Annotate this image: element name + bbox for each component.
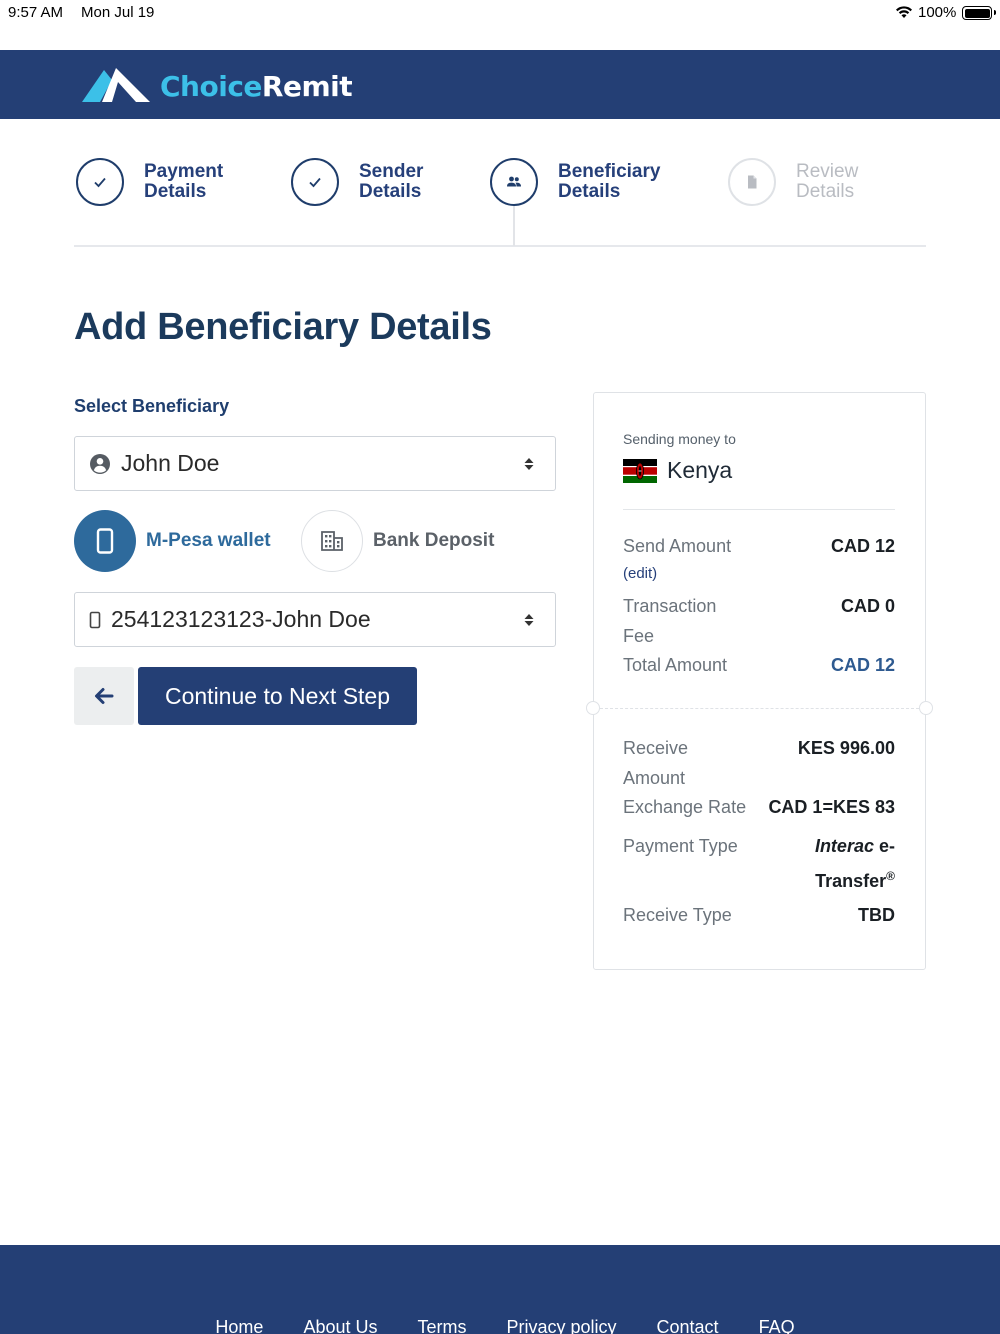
brand-logo[interactable]: Choice Remit (82, 66, 353, 106)
sort-caret-icon (524, 457, 534, 470)
payment-type-text: Transfer (815, 871, 887, 891)
destination-country: Kenya (623, 457, 732, 484)
continue-button[interactable]: Continue to Next Step (138, 667, 417, 725)
receive-label: Receive (623, 738, 689, 758)
site-footer: Home About Us Terms Privacy policy Conta… (0, 1245, 1000, 1334)
country-name: Kenya (667, 457, 733, 483)
battery-percent: 100% (918, 4, 957, 21)
brand-name-remit: Remit (261, 69, 353, 103)
mobile-phone-icon (89, 611, 101, 629)
sort-caret-icon (524, 613, 534, 626)
receive-type-value: TBD (858, 905, 895, 925)
footer-link-contact[interactable]: Contact (657, 1317, 719, 1334)
footer-link-terms[interactable]: Terms (417, 1317, 466, 1334)
receive-label: Amount (623, 768, 686, 788)
building-icon (301, 510, 363, 572)
document-icon (728, 158, 776, 206)
check-icon (76, 158, 124, 206)
mobile-phone-icon (74, 510, 136, 572)
check-icon (291, 158, 339, 206)
user-circle-icon (89, 453, 111, 475)
step-sender-details[interactable]: Sender Details (291, 158, 479, 206)
fee-row: Transaction Fee CAD 0 (623, 591, 895, 651)
method-label: M-Pesa wallet (146, 530, 271, 551)
step-label: Sender (359, 161, 424, 182)
kenya-flag-icon (623, 458, 657, 483)
receive-amount-value: KES 996.00 (797, 738, 895, 758)
step-payment-details[interactable]: Payment Details (76, 158, 264, 206)
payment-type-label: Payment Type (623, 836, 738, 856)
step-label: Beneficiary (558, 161, 661, 182)
step-review-details[interactable]: Review Details (728, 158, 916, 206)
footer-link-about[interactable]: About Us (303, 1317, 377, 1334)
ticket-notch (919, 701, 933, 715)
fee-label: Transaction (623, 596, 717, 616)
edit-amount-link[interactable]: (edit) (623, 565, 657, 582)
footer-link-home[interactable]: Home (215, 1317, 263, 1334)
send-amount-value: CAD 12 (830, 536, 895, 556)
step-connector (513, 206, 515, 246)
receive-type-row: Receive Type TBD (623, 900, 895, 930)
page-title: Add Beneficiary Details (74, 306, 492, 348)
fee-value: CAD 0 (840, 596, 895, 616)
payment-type-row: Payment Type Interac e- Transfer® (623, 831, 895, 896)
step-label: Details (796, 181, 855, 202)
footer-links: Home About Us Terms Privacy policy Conta… (0, 1317, 1000, 1334)
step-label: Payment (144, 161, 224, 182)
step-beneficiary-details[interactable]: Beneficiary Details (490, 158, 678, 206)
payment-type-text: e- (878, 836, 895, 856)
step-label: Details (144, 181, 207, 202)
interac-brand: Interac (814, 836, 874, 856)
users-icon (490, 158, 538, 206)
footer-link-privacy[interactable]: Privacy policy (506, 1317, 616, 1334)
wallet-select-value: 254123123123-John Doe (111, 606, 371, 632)
method-label: Bank Deposit (373, 530, 495, 551)
divider (623, 509, 895, 510)
exchange-rate-label: Exchange Rate (623, 797, 747, 817)
beneficiary-select[interactable]: John Doe (74, 436, 556, 491)
footer-link-faq[interactable]: FAQ (759, 1317, 795, 1334)
status-time: 9:57 AM (8, 4, 64, 21)
battery-icon (962, 6, 996, 20)
wallet-select[interactable]: 254123123123-John Doe (74, 592, 556, 647)
beneficiary-select-value: John Doe (121, 450, 220, 476)
sending-to-label: Sending money to (623, 431, 736, 447)
receive-type-label: Receive Type (623, 905, 732, 925)
payment-type-value: Interac e- Transfer® (815, 831, 895, 896)
step-label: Details (359, 181, 422, 202)
dashed-divider (600, 708, 919, 709)
arrow-left-icon (95, 688, 114, 704)
receive-amount-row: Receive Amount KES 996.00 (623, 733, 895, 793)
logo-mark-icon (82, 68, 150, 102)
method-bank-deposit[interactable]: Bank Deposit (301, 510, 494, 572)
progress-stepper: Payment Details Sender Details Beneficia… (74, 155, 926, 247)
ticket-notch (586, 701, 600, 715)
select-beneficiary-label: Select Beneficiary (74, 396, 230, 416)
step-label: Review (796, 161, 859, 182)
fee-label: Fee (623, 626, 655, 646)
total-row: Total Amount CAD 12 (623, 650, 895, 680)
step-label: Details (558, 181, 621, 202)
transfer-summary-card: Sending money to Kenya Send Amount CAD 1… (586, 392, 933, 970)
exchange-rate-value: CAD 1=KES 83 (768, 797, 895, 817)
site-header: Choice Remit (0, 50, 1000, 119)
wifi-icon (896, 6, 912, 18)
send-amount-row: Send Amount CAD 12 (623, 531, 895, 561)
total-value: CAD 12 (830, 655, 895, 675)
status-bar: 9:57 AM Mon Jul 19 100% (0, 0, 1000, 50)
method-mpesa-wallet[interactable]: M-Pesa wallet (74, 510, 271, 572)
total-label: Total Amount (623, 655, 728, 675)
exchange-rate-row: Exchange Rate CAD 1=KES 83 (623, 792, 895, 822)
status-date: Mon Jul 19 (81, 4, 155, 21)
send-amount-label: Send Amount (623, 536, 732, 556)
back-button[interactable] (74, 667, 134, 725)
brand-name-choice: Choice (160, 69, 262, 103)
registered-mark: ® (886, 869, 895, 883)
